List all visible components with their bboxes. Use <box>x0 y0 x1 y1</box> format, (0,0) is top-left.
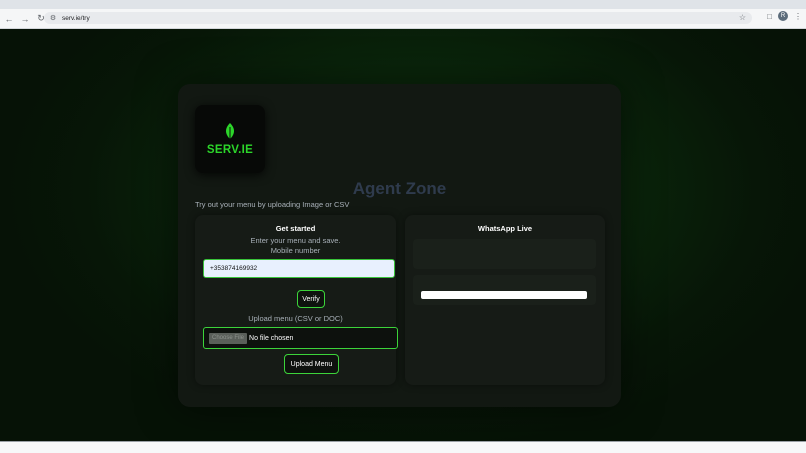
no-file-chosen-text: No file chosen <box>249 334 294 342</box>
get-started-panel: Get started Enter your menu and save. Mo… <box>195 215 398 385</box>
browser-status-area <box>0 441 806 453</box>
upload-menu-button[interactable]: Upload Menu <box>284 354 339 374</box>
upload-menu-label: Upload menu (CSV or DOC) <box>248 314 343 323</box>
profile-avatar[interactable]: R <box>778 11 788 21</box>
whatsapp-message-placeholder <box>413 239 596 269</box>
address-bar[interactable]: ⚙ serv.ie/try ☆ <box>44 12 752 24</box>
page-background: SERV.IE Agent Zone Try out your menu by … <box>0 29 806 441</box>
whatsapp-message-placeholder <box>413 275 596 305</box>
mobile-number-label: Mobile number <box>270 246 321 255</box>
site-info-icon[interactable]: ⚙ <box>48 13 58 23</box>
get-started-title: Get started <box>275 224 316 233</box>
menu-hint-text: Enter your menu and save. <box>250 236 341 245</box>
whatsapp-live-panel: WhatsApp Live <box>405 215 605 385</box>
choose-file-button[interactable]: Choose File <box>209 332 248 344</box>
serv-ie-logo: SERV.IE <box>195 105 265 173</box>
logo-text: SERV.IE <box>206 144 254 156</box>
verify-button[interactable]: Verify <box>297 290 325 308</box>
page-title: Agent Zone <box>352 179 447 198</box>
whatsapp-live-title: WhatsApp Live <box>477 224 533 233</box>
browser-tab-strip <box>0 0 806 9</box>
divider <box>0 441 806 442</box>
menu-kebab-icon[interactable]: ⋮ <box>794 12 802 21</box>
mobile-number-input[interactable]: +353874169932 <box>203 259 395 278</box>
forward-icon[interactable]: → <box>18 12 32 26</box>
menu-file-input[interactable]: Choose File No file chosen <box>203 327 398 349</box>
whatsapp-input-bar[interactable] <box>421 291 587 299</box>
url-text: serv.ie/try <box>62 14 90 22</box>
agent-zone-card: SERV.IE Agent Zone Try out your menu by … <box>178 84 621 407</box>
page-subtitle: Try out your menu by uploading Image or … <box>195 200 350 209</box>
extensions-icon[interactable]: □ <box>767 12 772 21</box>
back-icon[interactable]: ← <box>2 12 16 26</box>
browser-toolbar: ← → ↻ ⚙ serv.ie/try ☆ □ R ⋮ <box>0 9 806 29</box>
bookmark-star-icon[interactable]: ☆ <box>739 12 746 24</box>
leaf-icon <box>226 123 234 139</box>
